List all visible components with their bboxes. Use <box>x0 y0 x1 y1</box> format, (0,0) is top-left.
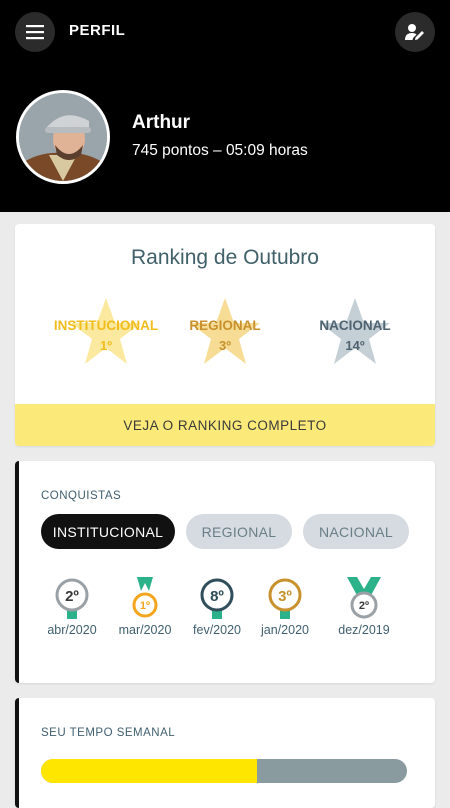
ranking-card: Ranking de Outubro INSTITUCIONAL 1º REGI… <box>15 224 435 446</box>
medal-rank: 2º <box>65 588 79 605</box>
rank-nacional: NACIONAL 14º <box>300 296 410 371</box>
medal-item[interactable]: 1º mar/2020 <box>110 577 180 637</box>
rank-label: NACIONAL <box>319 318 391 333</box>
medal-rank: 8º <box>210 588 224 605</box>
menu-icon <box>26 25 44 40</box>
medal-icon: 3º <box>268 578 302 619</box>
medal-icon: 2º <box>55 578 89 619</box>
page-title: PERFIL <box>69 22 126 39</box>
medal-date: fev/2020 <box>193 623 241 637</box>
rank-label: INSTITUCIONAL <box>53 318 159 333</box>
achievements-label: CONQUISTAS <box>41 490 122 502</box>
rank-label: REGIONAL <box>189 318 261 333</box>
rank-position: 14º <box>345 338 365 353</box>
ranking-title: Ranking de Outubro <box>131 246 319 269</box>
medal-icon: 1º <box>132 577 158 618</box>
medal-item[interactable]: 2º dez/2019 <box>329 577 399 637</box>
medal-rank: 1º <box>140 600 150 612</box>
medal-date: jan/2020 <box>261 623 309 637</box>
tab-regional[interactable]: REGIONAL <box>186 514 292 549</box>
medal-date: mar/2020 <box>118 623 172 637</box>
tab-institucional[interactable]: INSTITUCIONAL <box>41 514 175 549</box>
rank-position: 1º <box>100 338 112 353</box>
medal-item[interactable]: 3º jan/2020 <box>250 577 320 637</box>
edit-profile-button[interactable] <box>395 12 435 52</box>
weekly-time-label: SEU TEMPO SEMANAL <box>41 727 176 739</box>
view-full-ranking-button[interactable]: VEJA O RANKING COMPLETO <box>15 404 435 446</box>
rank-regional: REGIONAL 3º <box>170 296 280 371</box>
weekly-progress-bar <box>41 759 407 783</box>
rank-institucional: INSTITUCIONAL 1º <box>51 296 161 371</box>
medal-date: abr/2020 <box>47 623 97 637</box>
weekly-time-card: SEU TEMPO SEMANAL <box>15 698 435 808</box>
tab-nacional[interactable]: NACIONAL <box>303 514 409 549</box>
avatar <box>16 90 110 184</box>
profile-header: PERFIL Arthur 745 pontos – 05:09 horas <box>0 0 450 212</box>
achievements-card: CONQUISTAS INSTITUCIONAL REGIONAL NACION… <box>15 461 435 683</box>
medal-item[interactable]: 2º abr/2020 <box>37 577 107 637</box>
medal-item[interactable]: 8º fev/2020 <box>182 577 252 637</box>
edit-profile-icon <box>405 24 424 40</box>
weekly-progress-fill <box>41 759 257 783</box>
medal-rank: 3º <box>278 588 292 605</box>
achievement-tabs: INSTITUCIONAL REGIONAL NACIONAL <box>41 514 409 549</box>
medal-icon: 8º <box>200 578 234 619</box>
medal-rank: 2º <box>359 600 369 612</box>
rank-position: 3º <box>219 338 231 353</box>
user-name: Arthur <box>132 112 191 133</box>
medal-list: 2º abr/2020 1º mar/2020 8º fev/2020 3º j… <box>37 577 397 647</box>
medal-icon: 2º <box>347 577 381 619</box>
user-stats: 745 pontos – 05:09 horas <box>132 142 308 159</box>
medal-date: dez/2019 <box>338 623 390 637</box>
menu-button[interactable] <box>15 12 55 52</box>
